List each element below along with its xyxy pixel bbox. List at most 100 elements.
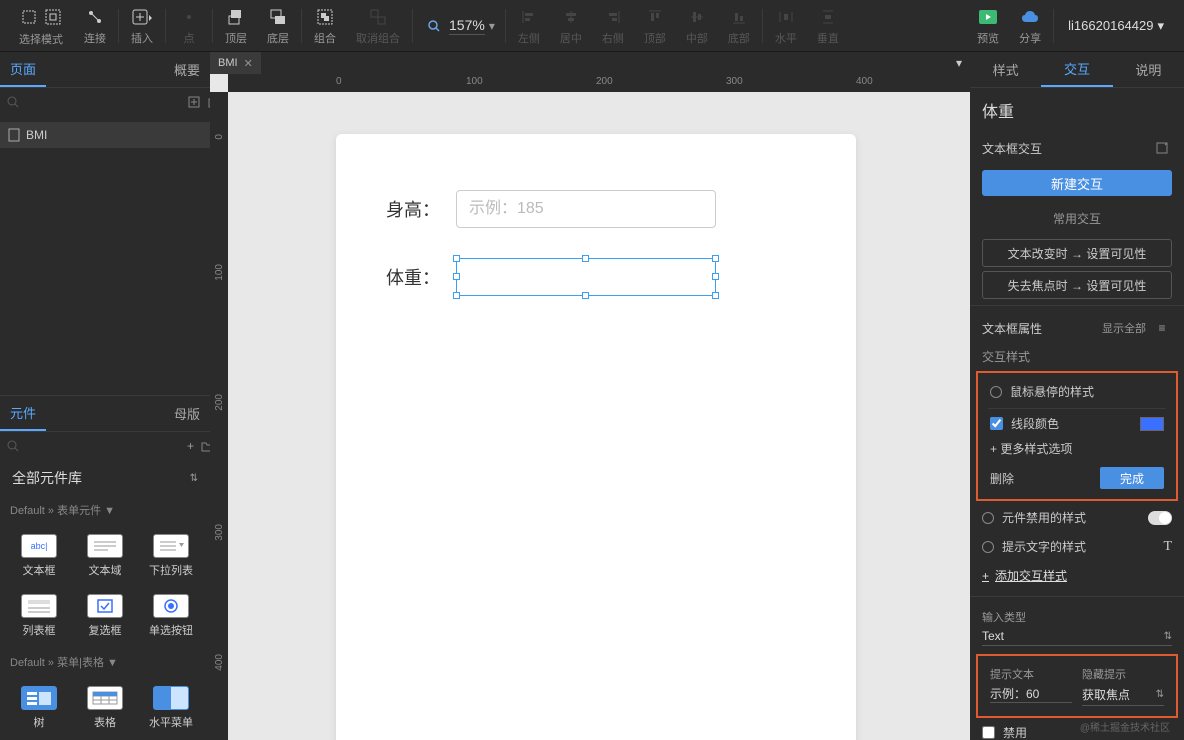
tab-style[interactable]: 样式 — [970, 52, 1041, 87]
widget-hmenu[interactable]: 水平菜单 — [140, 680, 202, 736]
align-bottom-tool[interactable]: 底部 — [718, 0, 760, 51]
common-interactions-label: 常用交互 — [970, 202, 1184, 235]
tab-outline[interactable]: 概要 — [164, 52, 210, 87]
delete-link[interactable]: 删除 — [990, 470, 1014, 487]
tab-notes[interactable]: 说明 — [1113, 52, 1184, 87]
line-color-checkbox[interactable] — [990, 417, 1003, 430]
search-icon — [423, 15, 445, 37]
preview-label: 预览 — [977, 30, 999, 46]
widget-radio[interactable]: 单选按钮 — [140, 588, 202, 644]
page-item-bmi[interactable]: BMI — [0, 122, 210, 148]
close-icon[interactable]: ✕ — [244, 57, 253, 70]
input-type-select[interactable]: Text ⇅ — [982, 627, 1172, 646]
done-button[interactable]: 完成 — [1100, 467, 1164, 489]
user-menu[interactable]: li16620164429 ▾ — [1056, 18, 1176, 34]
disable-checkbox[interactable] — [982, 726, 995, 739]
ungroup-tool[interactable]: 取消组合 — [346, 0, 410, 51]
align-middle-tool[interactable]: 中部 — [676, 0, 718, 51]
bottom-label: 底层 — [267, 30, 289, 46]
canvas-tabs: BMI ✕ ▾ — [210, 52, 970, 74]
ungroup-label: 取消组合 — [356, 30, 400, 46]
widget-dropdown[interactable]: 下拉列表 — [140, 528, 202, 584]
widget-textarea[interactable]: 文本域 — [74, 528, 136, 584]
hint-style-row[interactable]: 提示文字的样式 T — [970, 532, 1184, 561]
height-input[interactable] — [456, 190, 716, 228]
canvas-tab-label: BMI — [218, 57, 238, 69]
weight-input-selected[interactable] — [456, 258, 716, 296]
dist-v-tool[interactable]: 垂直 — [807, 0, 849, 51]
align-center-label: 居中 — [560, 30, 582, 46]
connect-tool[interactable]: 连接 — [74, 0, 116, 51]
line-color-swatch[interactable] — [1140, 417, 1164, 431]
height-label: 身高： — [386, 196, 456, 222]
menu-icon[interactable]: ≡ — [1152, 318, 1172, 338]
tab-masters[interactable]: 母版 — [164, 396, 210, 431]
common-interaction-1[interactable]: 文本改变时 → 设置可见性 — [982, 239, 1172, 267]
radio-icon — [982, 512, 994, 524]
widgets-search-input[interactable] — [26, 435, 181, 457]
hover-style-row[interactable]: 鼠标悬停的样式 — [978, 377, 1176, 406]
ruler-vertical: 0 100 200 300 400 — [210, 92, 228, 740]
hide-hint-label: 隐藏提示 — [1082, 666, 1164, 682]
selection-title: 体重 — [970, 88, 1184, 132]
canvas-tab-dropdown[interactable]: ▾ — [950, 52, 968, 74]
line-color-label: 线段颜色 — [1011, 415, 1059, 432]
pages-search-input[interactable] — [26, 91, 181, 113]
dist-h-tool[interactable]: 水平 — [765, 0, 807, 51]
align-top-tool[interactable]: 顶部 — [634, 0, 676, 51]
chevron-down-icon: ▾ — [489, 19, 495, 33]
align-right-label: 右侧 — [602, 30, 624, 46]
add-page-icon[interactable] — [187, 92, 201, 112]
weight-label: 体重： — [386, 264, 456, 290]
bottom-tool[interactable]: 底层 — [257, 0, 299, 51]
top-label: 顶层 — [225, 30, 247, 46]
tab-interaction[interactable]: 交互 — [1041, 52, 1112, 87]
add-lib-icon[interactable]: + — [187, 436, 194, 456]
hide-hint-select[interactable]: 获取焦点 ⇅ — [1082, 684, 1164, 706]
align-top-label: 顶部 — [644, 30, 666, 46]
align-right-tool[interactable]: 右侧 — [592, 0, 634, 51]
insert-tool[interactable]: 插入 — [121, 0, 163, 51]
preview-tool[interactable]: 预览 — [967, 0, 1009, 51]
group-tool[interactable]: 组合 — [304, 0, 346, 51]
share-tool[interactable]: 分享 — [1009, 0, 1051, 51]
hide-hint-value: 获取焦点 — [1082, 686, 1130, 703]
user-name: li16620164429 — [1068, 18, 1153, 33]
select-mode-tool[interactable]: 选择模式 — [8, 0, 74, 51]
align-middle-label: 中部 — [686, 30, 708, 46]
disabled-style-toggle[interactable] — [1148, 511, 1172, 525]
canvas-area: BMI ✕ ▾ 0 100 200 300 400 500 0 100 200 … — [210, 52, 970, 740]
hover-style-label: 鼠标悬停的样式 — [1010, 383, 1094, 400]
widget-checkbox[interactable]: 复选框 — [74, 588, 136, 644]
point-tool[interactable]: 点 — [168, 0, 210, 51]
new-interaction-button[interactable]: 新建交互 — [982, 170, 1172, 196]
input-type-label: 输入类型 — [982, 609, 1172, 625]
align-left-tool[interactable]: 左侧 — [508, 0, 550, 51]
widget-table[interactable]: 表格 — [74, 680, 136, 736]
tab-pages[interactable]: 页面 — [0, 52, 46, 87]
zoom-control[interactable]: 157% ▾ — [415, 15, 503, 37]
tab-widgets[interactable]: 元件 — [0, 396, 46, 431]
more-style-options[interactable]: + 更多样式选项 — [978, 436, 1176, 461]
hint-text-input[interactable] — [990, 684, 1072, 703]
widgets-search-row: + ⋮ — [0, 432, 210, 460]
add-interaction-style[interactable]: + 添加交互样式 — [970, 561, 1184, 590]
group-form-label[interactable]: Default » 表单元件 ▼ — [0, 496, 210, 524]
widget-listbox[interactable]: 列表框 — [8, 588, 70, 644]
point-icon — [178, 6, 200, 28]
library-selector[interactable]: 全部元件库 ⇅ — [0, 460, 210, 496]
group-menu-label[interactable]: Default » 菜单|表格 ▼ — [0, 648, 210, 676]
canvas-tab-bmi[interactable]: BMI ✕ — [210, 52, 261, 74]
align-center-tool[interactable]: 居中 — [550, 0, 592, 51]
expand-icon[interactable] — [1152, 138, 1172, 158]
line-color-row[interactable]: 线段颜色 — [978, 411, 1176, 436]
show-all-link[interactable]: 显示全部 — [1102, 320, 1146, 336]
widget-textfield[interactable]: abc|文本框 — [8, 528, 70, 584]
top-tool[interactable]: 顶层 — [215, 0, 257, 51]
canvas-inner[interactable]: 身高： 体重： — [228, 92, 970, 740]
widget-tree[interactable]: 树 — [8, 680, 70, 736]
hover-style-section: 鼠标悬停的样式 线段颜色 + 更多样式选项 删除 完成 — [976, 371, 1178, 501]
group-icon — [314, 6, 336, 28]
disabled-style-row[interactable]: 元件禁用的样式 — [970, 503, 1184, 532]
common-interaction-2[interactable]: 失去焦点时 → 设置可见性 — [982, 271, 1172, 299]
